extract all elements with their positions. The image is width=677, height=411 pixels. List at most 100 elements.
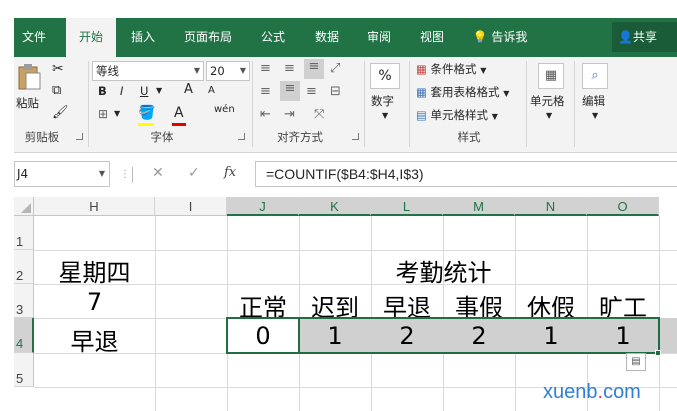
separator bbox=[364, 61, 365, 147]
chevron-down-icon[interactable]: ▼ bbox=[156, 86, 162, 95]
borders-icon[interactable]: ⊞ bbox=[98, 107, 108, 121]
align-right-icon[interactable]: ≡ bbox=[306, 84, 317, 99]
row-header-3[interactable]: 3 bbox=[14, 284, 34, 318]
chevron-down-icon: ▼ bbox=[503, 89, 510, 98]
align-top-icon[interactable]: ≡ bbox=[260, 61, 271, 76]
italic-button[interactable]: I bbox=[120, 84, 123, 98]
editing-label: 编辑 bbox=[582, 94, 605, 108]
insert-function-button[interactable]: fx bbox=[224, 165, 236, 180]
underline-button[interactable]: U bbox=[140, 84, 148, 98]
bold-button[interactable]: B bbox=[98, 84, 107, 98]
align-bottom-icon[interactable]: ≡ bbox=[304, 59, 324, 79]
tab-home[interactable]: 开始 bbox=[66, 18, 116, 57]
dialog-launcher-icon[interactable] bbox=[352, 133, 359, 140]
column-header-h[interactable]: H bbox=[34, 197, 155, 216]
cell-j2-merged-title[interactable]: 考勤统计 bbox=[300, 253, 587, 288]
separator bbox=[409, 61, 410, 147]
font-name-combo[interactable]: 等线 ▼ bbox=[92, 61, 204, 81]
name-box-value: J4 bbox=[17, 167, 29, 181]
cell-styles-button[interactable]: ▤ 单元格样式 ▼ bbox=[416, 107, 498, 123]
fill-handle[interactable] bbox=[655, 350, 661, 356]
column-header-l[interactable]: L bbox=[371, 197, 443, 216]
dialog-launcher-icon[interactable] bbox=[238, 133, 245, 140]
formula-bar: J4 ▼ ⋮ ✕ ✓ fx =COUNTIF($B4:$H4,I$3) bbox=[14, 153, 677, 197]
chevron-down-icon[interactable]: ▼ bbox=[114, 109, 120, 118]
clipboard-group-label: 剪贴板 bbox=[24, 130, 60, 144]
chevron-down-icon[interactable]: ▼ bbox=[382, 111, 388, 120]
align-left-icon[interactable]: ≡ bbox=[260, 84, 271, 99]
chevron-down-icon: ▼ bbox=[480, 66, 487, 75]
watermark-text: xuenb bbox=[543, 381, 598, 403]
cells-label: 单元格 bbox=[530, 94, 565, 108]
tab-review[interactable]: 审阅 bbox=[358, 18, 400, 57]
lightbulb-icon: 💡 bbox=[472, 30, 488, 44]
cell-h2[interactable]: 星期四 bbox=[34, 253, 155, 288]
wrap-text-icon[interactable]: ⊟ bbox=[330, 84, 341, 99]
select-all-button[interactable] bbox=[14, 197, 34, 216]
cell-styles-label: 单元格样式 bbox=[430, 108, 489, 122]
shrink-font-button[interactable]: A bbox=[208, 85, 215, 96]
paste-label: 粘贴 bbox=[16, 96, 39, 110]
column-header-j[interactable]: J bbox=[227, 197, 299, 216]
align-center-icon[interactable]: ≡ bbox=[280, 81, 300, 101]
phonetic-guide-button[interactable]: wén bbox=[214, 104, 235, 115]
clipboard-icon bbox=[18, 64, 41, 90]
row-header-4[interactable]: 4 bbox=[14, 318, 34, 353]
column-header-o[interactable]: O bbox=[587, 197, 659, 216]
tab-page-layout[interactable]: 页面布局 bbox=[176, 18, 240, 57]
quick-analysis-icon[interactable]: ▤ bbox=[626, 353, 646, 371]
decrease-indent-icon[interactable]: ⇤ bbox=[260, 107, 271, 122]
cut-icon[interactable]: ✂ bbox=[52, 61, 64, 77]
tab-view[interactable]: 视图 bbox=[411, 18, 453, 57]
row-header-1[interactable]: 1 bbox=[14, 216, 34, 250]
column-header-i[interactable]: I bbox=[155, 197, 227, 216]
gridline bbox=[659, 216, 660, 411]
cell-styles-icon: ▤ bbox=[416, 108, 427, 122]
tab-tell-me[interactable]: 💡 告诉我 bbox=[468, 18, 532, 57]
styles-group-label: 样式 bbox=[457, 130, 481, 144]
separator bbox=[574, 61, 575, 147]
search-icon[interactable]: ⌕ bbox=[582, 63, 608, 89]
gridline bbox=[155, 216, 156, 411]
formula-input[interactable]: =COUNTIF($B4:$H4,I$3) bbox=[255, 161, 677, 187]
format-painter-icon[interactable]: 🖌 bbox=[52, 105, 69, 120]
orientation-icon[interactable]: ⤢ bbox=[330, 61, 340, 76]
ribbon: 粘贴 ✂ ⧉ 🖌 剪贴板 等线 ▼ 20 ▼ B I U ▼ A A ⊞ ▼ 🪣 A… bbox=[14, 57, 677, 153]
increase-indent-icon[interactable]: ⇥ bbox=[284, 107, 295, 122]
align-middle-icon[interactable]: ≡ bbox=[284, 61, 295, 76]
chevron-down-icon[interactable]: ▼ bbox=[546, 111, 552, 120]
conditional-formatting-button[interactable]: ▦ 条件格式 ▼ bbox=[416, 61, 486, 77]
format-as-table-label: 套用表格格式 bbox=[430, 85, 500, 99]
copy-icon[interactable]: ⧉ bbox=[52, 83, 61, 98]
cell-h3[interactable]: 7 bbox=[34, 288, 155, 316]
enter-icon[interactable]: ✓ bbox=[188, 165, 200, 181]
number-label: 数字 bbox=[371, 94, 394, 108]
grow-font-button[interactable]: A bbox=[184, 82, 193, 97]
column-header-k[interactable]: K bbox=[299, 197, 371, 216]
watermark-text: com bbox=[603, 381, 641, 403]
font-size-combo[interactable]: 20 ▼ bbox=[206, 61, 250, 81]
cell-h4[interactable]: 早退 bbox=[34, 322, 155, 357]
tab-insert[interactable]: 插入 bbox=[122, 18, 164, 57]
share-button[interactable]: 👤共享 bbox=[612, 22, 677, 52]
column-header-m[interactable]: M bbox=[443, 197, 515, 216]
tab-formulas[interactable]: 公式 bbox=[252, 18, 294, 57]
separator bbox=[252, 61, 253, 147]
number-format-button[interactable]: % bbox=[370, 63, 400, 89]
tab-data[interactable]: 数据 bbox=[306, 18, 348, 57]
row-header-5[interactable]: 5 bbox=[14, 353, 34, 387]
row-header-2[interactable]: 2 bbox=[14, 250, 34, 284]
font-color-button[interactable]: A bbox=[174, 105, 184, 121]
format-as-table-button[interactable]: ▦ 套用表格格式 ▼ bbox=[416, 84, 509, 100]
merge-cells-icon[interactable]: ⤧ bbox=[314, 107, 324, 122]
fill-color-icon[interactable]: 🪣 bbox=[138, 105, 155, 121]
dialog-launcher-icon[interactable] bbox=[76, 133, 83, 140]
name-box[interactable]: J4 ▼ bbox=[14, 161, 110, 187]
fill-color-swatch bbox=[138, 123, 154, 126]
cells-icon[interactable]: ▦ bbox=[538, 63, 564, 89]
column-header-n[interactable]: N bbox=[515, 197, 587, 216]
chevron-down-icon[interactable]: ▼ bbox=[592, 111, 598, 120]
cancel-icon[interactable]: ✕ bbox=[152, 165, 164, 181]
paste-button[interactable] bbox=[16, 63, 44, 93]
tab-file[interactable]: 文件 bbox=[14, 18, 54, 57]
